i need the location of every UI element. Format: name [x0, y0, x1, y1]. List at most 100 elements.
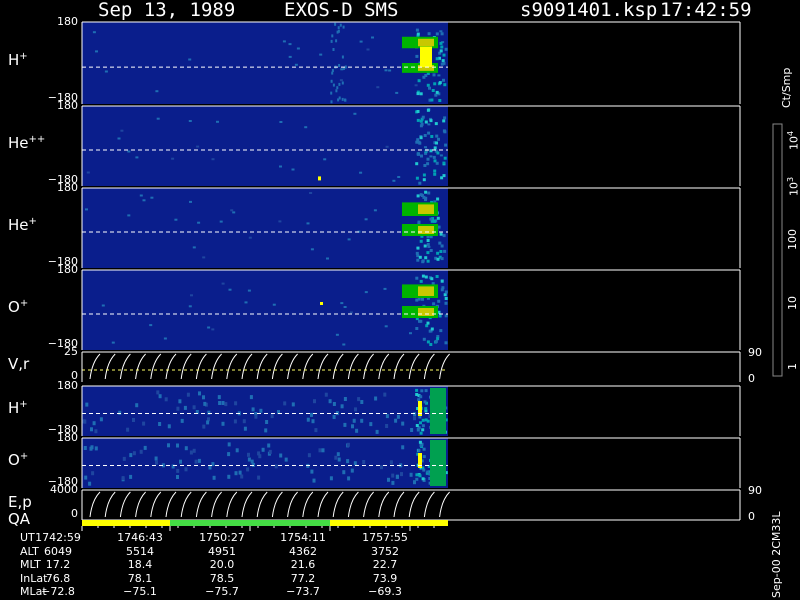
noise-pixel — [373, 209, 377, 212]
start-time: 17:42:59 — [660, 0, 752, 21]
noise-pixel — [279, 121, 283, 123]
activity-pixel — [417, 152, 420, 156]
panel-label-vr: V,r — [8, 355, 29, 373]
orbit-value: 18.4 — [127, 558, 153, 571]
y-tick-bottom: 0 — [71, 507, 78, 520]
activity-pixel — [441, 59, 445, 63]
noise-pixel — [278, 220, 282, 223]
panel-label-text: He — [8, 216, 29, 234]
noise-pixel — [391, 473, 395, 478]
activity-pixel — [426, 251, 430, 255]
noise-pixel — [122, 456, 126, 461]
noise-pixel — [296, 47, 300, 50]
noise-pixel — [176, 475, 179, 479]
activity-pixel — [416, 110, 420, 113]
right-tick-top: 90 — [748, 484, 762, 497]
activity-pixel — [442, 234, 446, 238]
activity-pixel — [443, 130, 447, 134]
noise-pixel — [391, 480, 395, 485]
noise-pixel — [202, 256, 206, 259]
noise-pixel — [156, 117, 160, 120]
scatter-pixel — [335, 89, 338, 93]
panel-label-text: E,p — [8, 493, 32, 511]
sweep-trace — [104, 353, 116, 380]
panel-label-heplus2: He++ — [8, 134, 45, 152]
noise-pixel — [427, 245, 431, 248]
noise-pixel — [267, 443, 271, 448]
y-tick-top: 180 — [57, 431, 78, 444]
sweep-trace — [408, 491, 420, 518]
noise-pixel — [244, 301, 248, 304]
sweep-trace — [287, 491, 298, 518]
noise-pixel — [233, 419, 237, 424]
noise-pixel — [94, 446, 98, 451]
noise-pixel — [85, 402, 89, 407]
panel-label-superscript: + — [28, 216, 37, 227]
activity-pixel — [442, 119, 446, 123]
activity-pixel — [433, 219, 437, 223]
scatter-pixel — [335, 39, 338, 43]
colorbar-tick-label: 1 — [786, 363, 799, 370]
noise-pixel — [340, 404, 344, 409]
activity-pixel — [415, 473, 419, 477]
ion-band-peak — [420, 46, 432, 68]
noise-pixel — [83, 419, 87, 424]
noise-pixel — [364, 218, 368, 221]
sweep-trace — [119, 353, 131, 380]
panel-bg-heplus2 — [82, 106, 448, 186]
noise-pixel — [230, 209, 234, 212]
activity-pixel — [425, 324, 429, 328]
noise-pixel — [203, 401, 207, 406]
sweep-trace — [180, 353, 192, 380]
activity-pixel — [440, 288, 444, 292]
noise-pixel — [192, 246, 196, 249]
activity-pixel — [417, 297, 421, 301]
activity-pixel — [415, 54, 419, 58]
activity-pixel — [416, 92, 420, 96]
noise-pixel — [121, 476, 125, 481]
noise-pixel — [360, 400, 364, 404]
noise-pixel — [343, 422, 347, 427]
noise-pixel — [437, 74, 441, 77]
y-tick-top: 25 — [64, 345, 78, 358]
y-tick-top: 180 — [57, 15, 78, 28]
noise-pixel — [206, 420, 210, 425]
activity-pixel — [440, 257, 444, 261]
panel-bg-oplus — [82, 270, 448, 350]
noise-pixel — [132, 418, 135, 422]
noise-pixel — [235, 448, 239, 453]
noise-pixel — [291, 402, 295, 407]
noise-pixel — [385, 145, 389, 148]
noise-pixel — [194, 459, 198, 464]
noise-pixel — [413, 480, 416, 485]
orbit-value: −69.3 — [368, 585, 402, 598]
activity-pixel — [435, 141, 438, 145]
noise-pixel — [429, 155, 433, 158]
sweep-trace — [195, 491, 207, 518]
sweep-trace — [439, 491, 450, 518]
noise-pixel — [118, 410, 122, 415]
noise-pixel — [247, 457, 251, 462]
scatter-pixel — [331, 69, 334, 73]
activity-pixel — [429, 249, 433, 252]
noise-pixel — [350, 468, 354, 473]
noise-pixel — [142, 421, 146, 426]
activity-pixel — [429, 343, 433, 346]
activity-pixel — [415, 424, 419, 427]
activity-pixel — [421, 418, 425, 422]
activity-pixel — [426, 157, 430, 161]
noise-pixel — [221, 282, 225, 285]
noise-pixel — [328, 399, 332, 404]
activity-pixel — [416, 194, 420, 198]
activity-pixel — [442, 53, 446, 57]
noise-pixel — [324, 392, 328, 397]
colorbar-tick-label: 103 — [786, 177, 800, 196]
activity-pixel — [415, 477, 419, 481]
noise-pixel — [310, 469, 314, 474]
noise-pixel — [192, 448, 196, 453]
noise-pixel — [359, 40, 363, 43]
sweep-trace — [180, 491, 192, 518]
activity-pixel — [440, 45, 444, 49]
noise-pixel — [207, 326, 211, 329]
noise-pixel — [227, 452, 231, 457]
